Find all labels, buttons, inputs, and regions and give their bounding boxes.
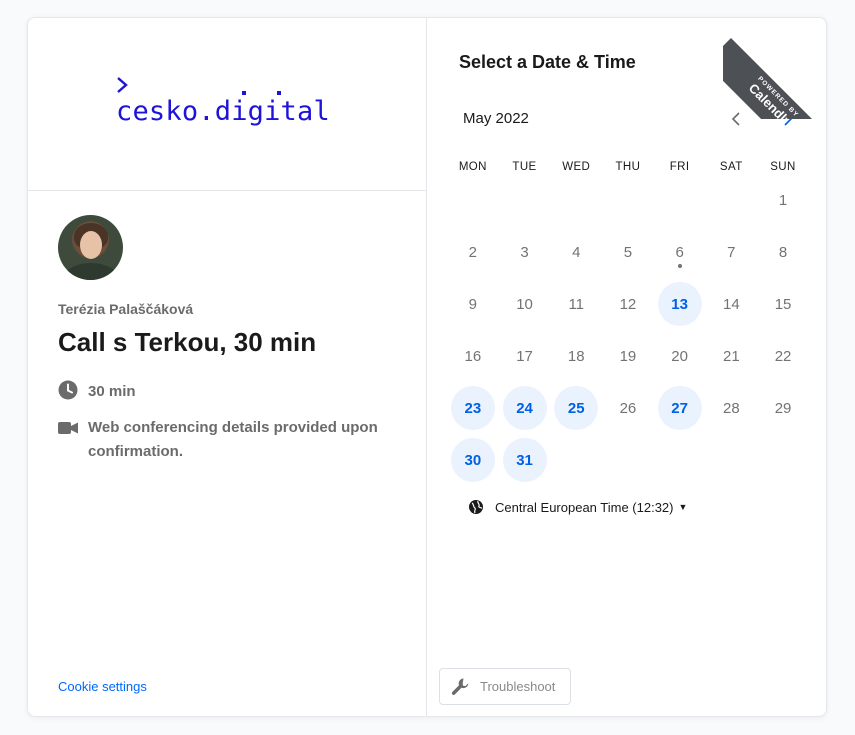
duration-text: 30 min [88, 383, 136, 400]
company-logo: cesko.digital [116, 96, 330, 127]
calendar-day: 28 [723, 399, 740, 417]
calendar-panel: Select a Date & Time May 2022 MON TUE WED T… [428, 18, 826, 716]
calendar-day: 10 [516, 295, 533, 313]
calendar-day: 15 [774, 295, 792, 313]
booking-card: cesko.digital Terézia Palaščáková Call s… [27, 17, 827, 717]
calendar-day: 26 [619, 399, 637, 417]
duration-row: 30 min [58, 380, 136, 404]
calendar-day-available[interactable]: 31 [502, 438, 547, 482]
calendar-day: 17 [516, 347, 533, 365]
month-label: May 2022 [463, 110, 529, 127]
calendar-day: 1 [778, 191, 788, 209]
weekday-label: MON [458, 161, 487, 173]
weekday-label: WED [562, 161, 591, 173]
powered-by-calendly-badge[interactable]: POWERED BY Calendly [723, 18, 826, 119]
timezone-label: Central European Time (12:32) [495, 499, 674, 515]
calendar-day: 29 [774, 399, 792, 417]
calendar-day-available[interactable]: 27 [657, 386, 702, 430]
calendar-day: 6 [658, 230, 702, 274]
event-title: Call s Terkou, 30 min [58, 327, 317, 357]
calendar-day: 22 [774, 347, 792, 365]
host-name: Terézia Palaščáková [58, 301, 194, 317]
weekday-label: TUE [512, 161, 537, 173]
wrench-icon [451, 678, 469, 695]
video-camera-icon [58, 422, 78, 434]
weekday-header: MON TUE WED THU FRI SAT SUN [447, 161, 809, 173]
weekday-label: SAT [719, 161, 743, 173]
caret-down-icon: ▼ [678, 502, 688, 512]
event-details-panel: cesko.digital Terézia Palaščáková Call s… [28, 18, 427, 716]
calendar-day-available[interactable]: 23 [450, 386, 495, 430]
timezone-selector[interactable]: Central European Time (12:32) ▼ [468, 499, 687, 515]
host-avatar [58, 215, 123, 280]
logo-chevron-icon [117, 77, 128, 93]
logo-dot [277, 91, 281, 95]
globe-icon [469, 500, 483, 514]
calendar-day: 5 [623, 243, 633, 261]
cookie-settings-link[interactable]: Cookie settings [58, 679, 147, 694]
calendar-day: 9 [468, 295, 478, 313]
location-row: Web conferencing details provided upon c… [58, 416, 398, 464]
calendar-day-available[interactable]: 24 [502, 386, 547, 430]
calendar-day: 4 [572, 243, 581, 261]
calendar-day: 11 [568, 295, 585, 313]
calendar-day-available[interactable]: 30 [450, 438, 495, 482]
weekday-label: FRI [669, 161, 690, 173]
location-text: Web conferencing details provided upon c… [88, 419, 378, 460]
logo-area: cesko.digital [28, 18, 426, 191]
troubleshoot-button[interactable]: Troubleshoot [439, 668, 571, 705]
calendar-day: 14 [723, 295, 740, 313]
calendar-day: 16 [464, 347, 482, 365]
weekday-label: THU [615, 161, 641, 173]
clock-icon [58, 380, 78, 400]
calendar-day: 2 [468, 243, 478, 261]
calendar-day: 18 [567, 347, 585, 365]
calendar-day: 20 [671, 347, 688, 365]
calendar-day-available[interactable]: 25 [554, 386, 599, 430]
weekday-label: SUN [770, 161, 796, 173]
calendar-day: 7 [727, 243, 736, 261]
calendar-day: 21 [723, 347, 740, 365]
calendar-day: 3 [520, 243, 529, 261]
calendar-day: 12 [619, 295, 637, 313]
calendar-day-available[interactable]: 13 [657, 282, 702, 326]
troubleshoot-label: Troubleshoot [480, 679, 556, 694]
section-title: Select a Date & Time [459, 52, 636, 72]
logo-dot [242, 91, 246, 95]
calendar-day: 8 [778, 243, 788, 261]
calendar-day: 19 [619, 347, 637, 365]
